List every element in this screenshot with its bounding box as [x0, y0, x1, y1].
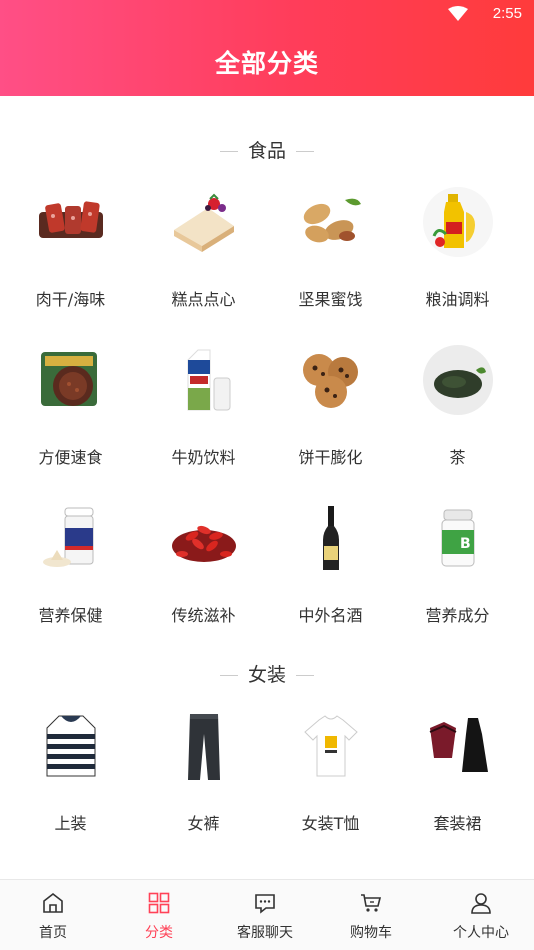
category-item-grain-oil[interactable]: 粮油调料: [391, 186, 524, 336]
category-label: 女装T恤: [301, 814, 360, 833]
grid-icon: [148, 892, 170, 914]
tab-shopping-cart[interactable]: 购物车: [318, 880, 424, 950]
category-item-nuts[interactable]: 坚果蜜饯: [264, 186, 397, 336]
peanut-icon: [303, 198, 361, 243]
category-item-instant-food[interactable]: 方便速食: [4, 344, 137, 494]
category-item-tops[interactable]: 上装: [4, 710, 137, 860]
chat-icon: [255, 894, 275, 914]
striped-hoodie-icon: [46, 715, 96, 777]
category-label: 坚果蜜饯: [298, 290, 363, 309]
section-title-text: 女装: [247, 664, 286, 686]
category-item-wine[interactable]: 中外名酒: [264, 502, 397, 652]
user-icon: [471, 893, 491, 914]
milk-carton-icon: [187, 349, 231, 411]
category-label: 营养保健: [38, 606, 103, 625]
vitamin-bottle-icon: B: [441, 509, 475, 567]
home-icon: [43, 892, 63, 913]
tab-label: 个人中心: [453, 925, 509, 941]
category-item-jerky[interactable]: 肉干/海味: [4, 186, 137, 336]
tab-home[interactable]: 首页: [0, 880, 106, 950]
oil-bottle-icon: [423, 187, 493, 257]
header-bar: 2:55 全部分类: [0, 0, 534, 96]
category-label: 方便速食: [38, 448, 103, 467]
section-title-text: 食品: [247, 140, 286, 162]
instant-rice-icon: [41, 352, 97, 406]
wine-bottle-icon: [323, 506, 339, 570]
tea-leaves-icon: [423, 345, 493, 415]
status-time: 2:55: [492, 5, 522, 22]
category-label: 牛奶饮料: [171, 448, 236, 467]
category-item-tea[interactable]: 茶: [391, 344, 524, 494]
divider-left: [219, 675, 238, 676]
divider-left: [219, 151, 238, 152]
category-label: 饼干膨化: [298, 448, 363, 467]
tab-label: 客服聊天: [237, 925, 293, 941]
svg-text:B: B: [460, 536, 471, 552]
category-item-cake[interactable]: 糕点点心: [137, 186, 270, 336]
category-label: 营养成分: [425, 606, 490, 625]
tab-label: 分类: [145, 925, 173, 941]
section-title-womens-wear: 女装: [0, 660, 534, 687]
cart-icon: [361, 894, 382, 912]
category-item-tshirt[interactable]: 女装T恤: [264, 710, 397, 860]
wifi-icon: [448, 6, 468, 21]
jerky-icon: [39, 201, 103, 238]
tab-profile[interactable]: 个人中心: [428, 880, 534, 950]
divider-right: [296, 151, 314, 152]
tab-label: 购物车: [350, 925, 392, 941]
category-item-health[interactable]: 营养保健: [4, 502, 137, 652]
dress-set-icon: [429, 718, 488, 772]
jeans-icon: [188, 714, 220, 780]
category-label: 女裤: [187, 814, 220, 833]
category-item-pants[interactable]: 女裤: [137, 710, 270, 860]
page-title: 全部分类: [214, 49, 319, 78]
category-item-nutrients[interactable]: B 营养成分: [391, 502, 524, 652]
category-label: 中外名酒: [298, 606, 363, 625]
category-label: 传统滋补: [171, 606, 236, 625]
powder-can-icon: [43, 507, 94, 567]
tab-customer-chat[interactable]: 客服聊天: [212, 880, 318, 950]
category-label: 套装裙: [433, 814, 482, 833]
status-bar: 2:55: [0, 0, 534, 30]
bottom-tab-bar: 首页 分类 客服聊天 购物车 个人中心: [0, 879, 534, 950]
category-label: 茶: [449, 448, 466, 467]
section-title-food: 食品: [0, 136, 534, 163]
category-label: 糕点点心: [171, 290, 236, 309]
cookie-icon: [303, 354, 358, 408]
cake-icon: [174, 193, 234, 252]
category-label: 上装: [54, 814, 87, 833]
tab-category[interactable]: 分类: [106, 880, 212, 950]
tab-label: 首页: [39, 925, 67, 941]
category-item-dress-set[interactable]: 套装裙: [391, 710, 524, 860]
category-label: 肉干/海味: [35, 290, 106, 309]
tshirt-icon: [304, 715, 358, 777]
category-label: 粮油调料: [425, 290, 490, 309]
divider-right: [296, 675, 314, 676]
category-item-milk[interactable]: 牛奶饮料: [137, 344, 270, 494]
category-item-biscuits[interactable]: 饼干膨化: [264, 344, 397, 494]
category-content[interactable]: 食品 肉干/海味 糕点点心 坚果蜜饯 粮油调料 方便速食 牛奶饮料 饼干膨化 茶…: [0, 96, 534, 879]
goji-berry-icon: [172, 525, 236, 562]
category-item-tonic[interactable]: 传统滋补: [137, 502, 270, 652]
